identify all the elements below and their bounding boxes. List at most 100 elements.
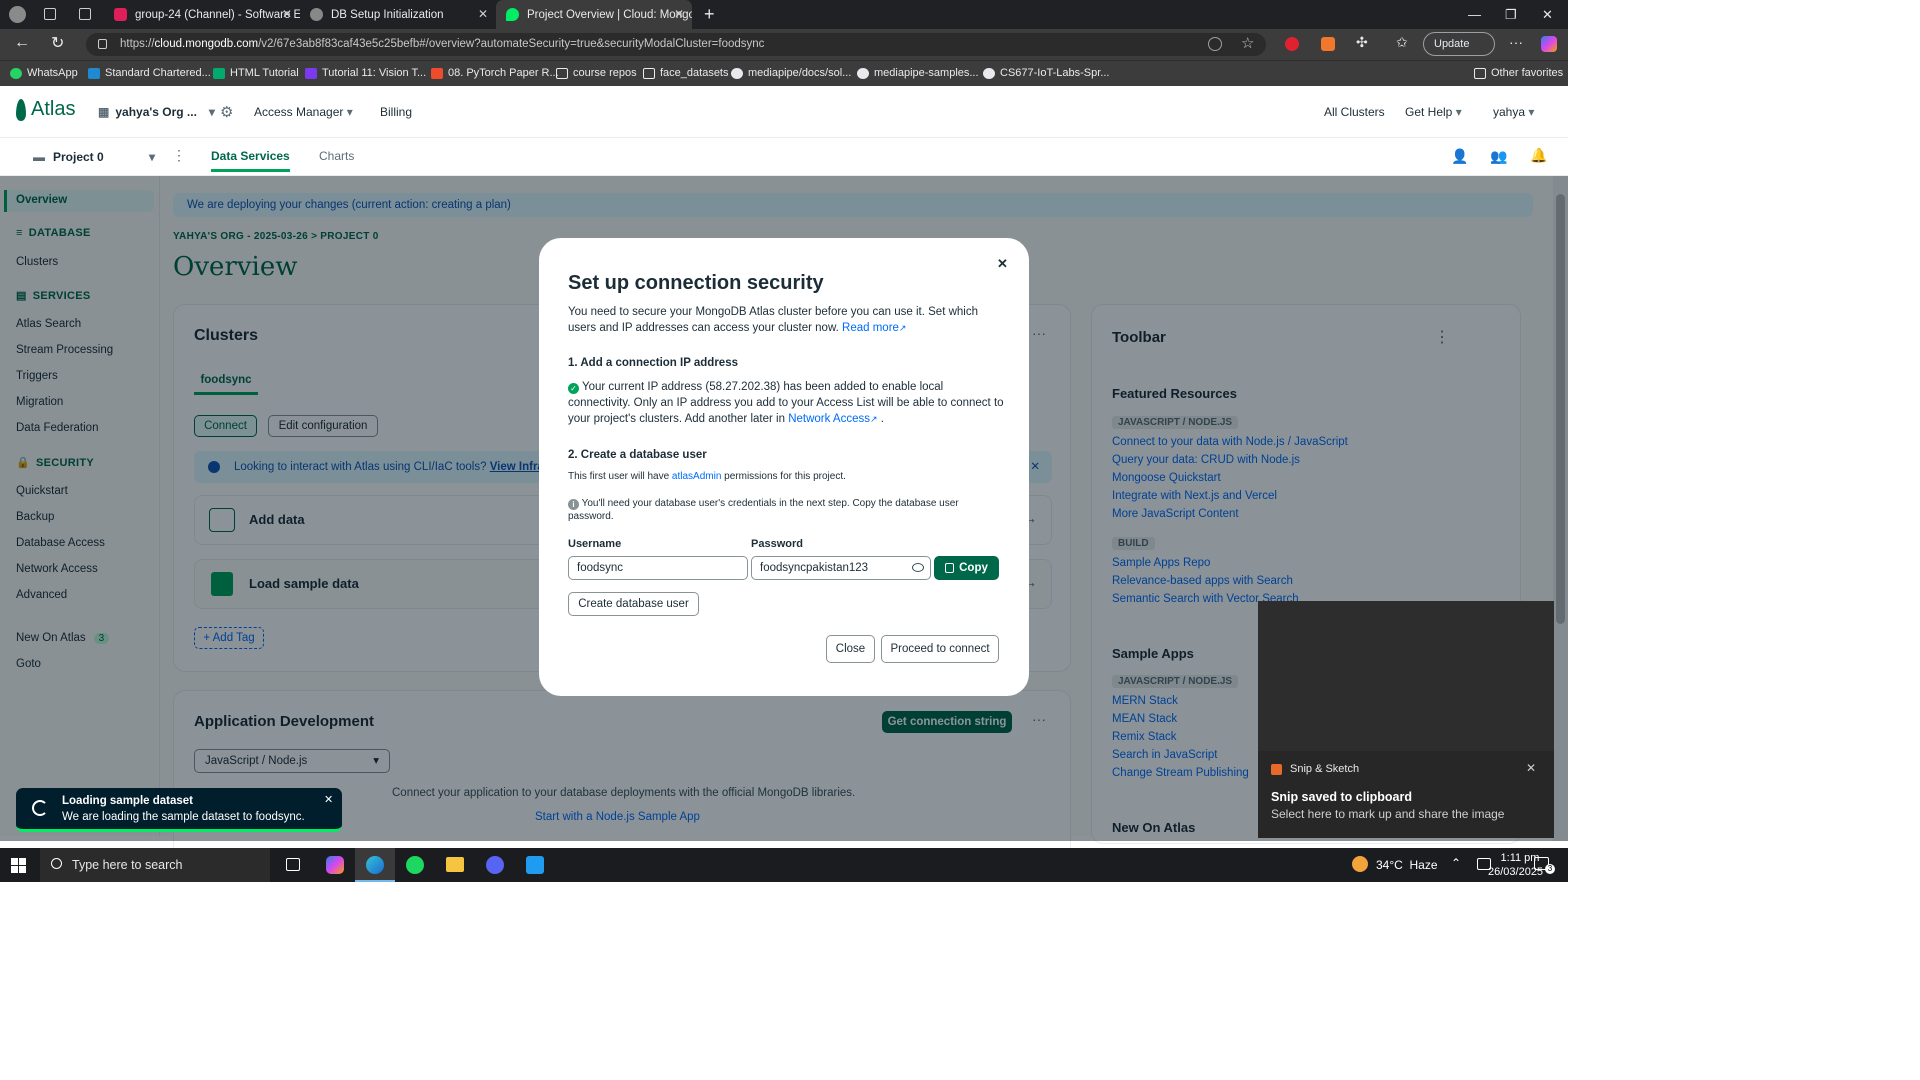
all-clusters-link[interactable]: All Clusters: [1324, 105, 1385, 119]
tab-actions-icon[interactable]: [79, 8, 91, 20]
tab-db-setup[interactable]: DB Setup Initialization ✕: [300, 0, 496, 29]
project-options-icon[interactable]: ⋮: [172, 147, 186, 164]
bookmark-face-datasets[interactable]: face_datasets: [643, 67, 729, 79]
extensions-icon[interactable]: ✣: [1356, 34, 1368, 51]
chevron-down-icon: ▾: [148, 150, 155, 164]
pytorch-icon: [431, 67, 443, 79]
snip-notification[interactable]: Snip & Sketch ✕ Snip saved to clipboard …: [1258, 601, 1554, 838]
bookmark-course-repos[interactable]: course repos: [556, 67, 637, 79]
update-button[interactable]: Update: [1423, 32, 1495, 56]
org-settings-gear-icon[interactable]: ⚙: [220, 103, 233, 121]
task-view-icon[interactable]: [286, 858, 300, 871]
tab-data-services[interactable]: Data Services: [211, 149, 290, 172]
other-favorites-label: Other favorites: [1491, 67, 1564, 79]
network-access-link[interactable]: Network Access: [788, 413, 870, 425]
tab-charts[interactable]: Charts: [319, 149, 354, 163]
back-icon[interactable]: ←: [14, 34, 30, 52]
bookmark-label: face_datasets: [660, 67, 729, 79]
file-explorer-icon[interactable]: [446, 857, 464, 872]
taskbar-search-box[interactable]: Type here to search: [40, 848, 270, 882]
bookmark-label: Tutorial 11: Vision T...: [322, 67, 427, 79]
password-field[interactable]: foodsyncpakistan123: [751, 556, 931, 580]
bookmark-mediapipe-docs[interactable]: mediapipe/docs/sol...: [731, 67, 851, 79]
more-menu-icon[interactable]: ···: [1509, 34, 1523, 50]
other-favorites[interactable]: Other favorites: [1474, 67, 1563, 79]
building-icon: ▦: [98, 105, 110, 119]
weather-icon: [1352, 856, 1368, 872]
close-tab-icon[interactable]: ✕: [674, 7, 684, 21]
bookmark-standard-chartered[interactable]: Standard Chartered...: [88, 67, 211, 79]
tray-chevron-up-icon[interactable]: ⌃: [1451, 856, 1461, 870]
workspaces-icon[interactable]: [44, 8, 56, 20]
read-more-link[interactable]: Read more: [842, 322, 899, 334]
close-button[interactable]: Close: [826, 635, 875, 663]
minimize-icon[interactable]: —: [1468, 7, 1481, 22]
close-tab-icon[interactable]: ✕: [478, 7, 488, 21]
profile-icon[interactable]: [9, 6, 26, 23]
external-link-icon: ↗: [898, 323, 907, 333]
extension-red-icon[interactable]: [1285, 37, 1299, 51]
bookmark-label: WhatsApp: [27, 67, 78, 79]
bookmark-label: 08. PyTorch Paper R...: [448, 67, 559, 79]
atlas-logo[interactable]: Atlas: [16, 98, 75, 121]
invite-user-icon[interactable]: 👤: [1451, 148, 1468, 165]
edge-browser-icon[interactable]: [355, 848, 395, 882]
close-toast-icon[interactable]: ✕: [324, 793, 333, 806]
extension-orange-icon[interactable]: [1321, 37, 1335, 51]
discord-icon[interactable]: [486, 856, 504, 874]
weather-text[interactable]: 34°C Haze: [1376, 858, 1438, 872]
url-field[interactable]: https://cloud.mongodb.com/v2/67e3ab8f83c…: [86, 33, 1266, 56]
copy-password-button[interactable]: Copy: [934, 556, 999, 580]
atlas-admin-link[interactable]: atlasAdmin: [672, 471, 721, 482]
button-label: Close: [835, 643, 866, 655]
bookmark-tutorial-11[interactable]: Tutorial 11: Vision T...: [305, 67, 426, 79]
bookmark-whatsapp[interactable]: WhatsApp: [10, 67, 78, 79]
chevron-down-icon: ▾: [208, 105, 215, 119]
proceed-to-connect-button[interactable]: Proceed to connect: [881, 635, 999, 663]
notification-count-badge: 3: [1545, 864, 1555, 874]
close-tab-icon[interactable]: ✕: [282, 7, 292, 21]
billing-link[interactable]: Billing: [380, 105, 412, 119]
activity-feed-icon[interactable]: 👥: [1490, 148, 1507, 165]
close-modal-icon[interactable]: ✕: [997, 256, 1008, 272]
update-label: Update: [1434, 38, 1470, 50]
access-manager-menu[interactable]: Access Manager ▾: [254, 105, 353, 119]
windows-start-icon[interactable]: [11, 858, 26, 873]
reading-mode-icon[interactable]: [1208, 37, 1222, 51]
bookmark-cs677[interactable]: CS677-IoT-Labs-Spr...: [983, 67, 1109, 79]
bookmark-label: Standard Chartered...: [105, 67, 211, 79]
bookmark-html-tutorial[interactable]: HTML Tutorial: [213, 67, 299, 79]
close-window-icon[interactable]: ✕: [1542, 7, 1553, 23]
copilot-icon[interactable]: [1541, 36, 1557, 52]
chevron-down-icon: ▾: [1528, 105, 1535, 119]
user-menu[interactable]: yahya ▾: [1493, 105, 1534, 119]
button-label: Proceed to connect: [890, 643, 990, 655]
new-tab-icon[interactable]: +: [704, 4, 715, 25]
username-field[interactable]: foodsync: [568, 556, 748, 580]
bookmark-mediapipe-samples[interactable]: mediapipe-samples...: [857, 67, 979, 79]
close-notification-icon[interactable]: ✕: [1526, 761, 1536, 775]
spotify-icon[interactable]: [406, 856, 424, 874]
tab-project-overview[interactable]: Project Overview | Cloud: Mongo ✕: [496, 0, 692, 29]
favorites-icon[interactable]: ✩: [1396, 34, 1408, 51]
restore-icon[interactable]: ❐: [1505, 7, 1517, 23]
create-database-user-button[interactable]: Create database user: [568, 592, 699, 616]
eye-icon[interactable]: [912, 563, 924, 572]
vscode-icon[interactable]: [526, 856, 544, 874]
favorite-star-icon[interactable]: ☆: [1241, 34, 1254, 52]
refresh-icon[interactable]: ↻: [51, 33, 64, 53]
perm-post: permissions for this project.: [724, 471, 846, 482]
notifications-bell-icon[interactable]: 🔔: [1530, 147, 1547, 164]
project-selector[interactable]: ▬ Project 0 ▾: [33, 150, 155, 164]
search-placeholder: Type here to search: [72, 858, 183, 872]
tab-group-24[interactable]: group-24 (Channel) - Software En ✕: [104, 0, 300, 29]
get-help-menu[interactable]: Get Help ▾: [1405, 105, 1462, 119]
atlas-header: Atlas ▦ yahya's Org ... ▾ ⚙ Access Manag…: [0, 86, 1568, 138]
tab-title: DB Setup Initialization: [331, 8, 444, 21]
username-value: foodsync: [577, 562, 624, 574]
copilot-taskbar-icon[interactable]: [326, 856, 344, 874]
bookmark-pytorch[interactable]: 08. PyTorch Paper R...: [431, 67, 559, 79]
org-selector[interactable]: ▦ yahya's Org ... ▾: [98, 105, 215, 119]
toast-body: We are loading the sample dataset to foo…: [62, 811, 305, 823]
github-icon: [731, 67, 743, 79]
